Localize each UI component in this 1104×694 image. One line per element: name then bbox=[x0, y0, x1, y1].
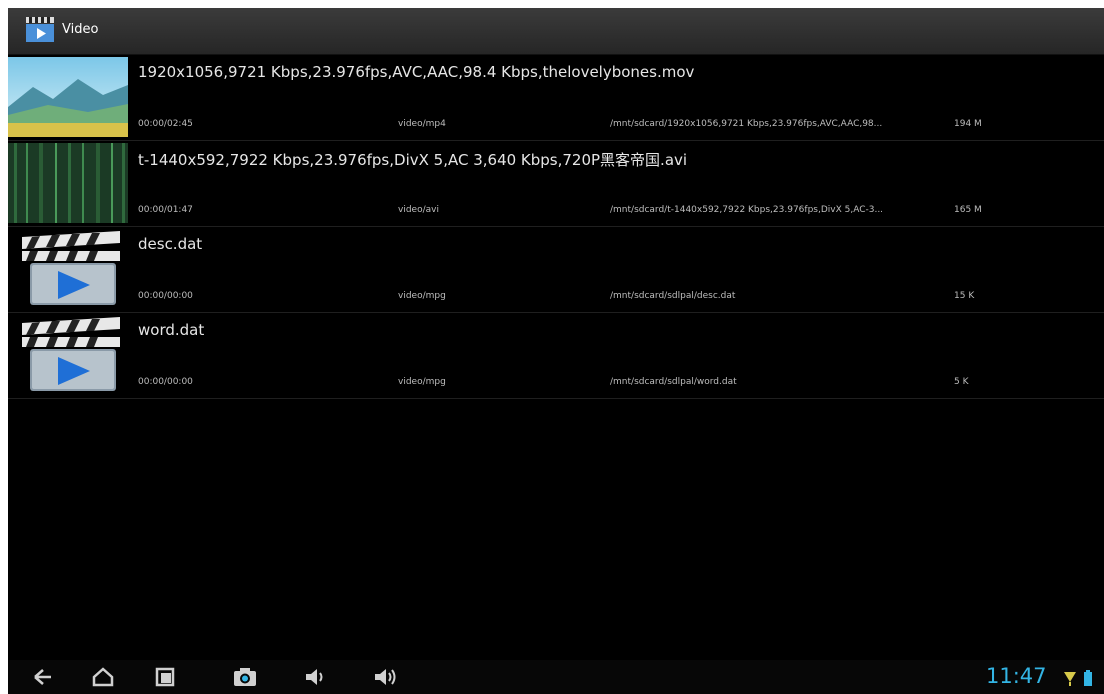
battery-icon bbox=[1084, 670, 1092, 686]
video-duration: 00:00/00:00 bbox=[138, 377, 193, 387]
camera-icon[interactable] bbox=[232, 666, 258, 688]
video-mime-type: video/avi bbox=[398, 205, 439, 215]
video-mime-type: video/mp4 bbox=[398, 119, 446, 129]
video-size: 194 M bbox=[954, 119, 982, 129]
video-list-item[interactable]: 1920x1056,9721 Kbps,23.976fps,AVC,AAC,98… bbox=[8, 55, 1104, 141]
video-size: 165 M bbox=[954, 205, 982, 215]
video-list: 1920x1056,9721 Kbps,23.976fps,AVC,AAC,98… bbox=[8, 55, 1104, 399]
video-clapper-icon[interactable] bbox=[24, 14, 56, 44]
video-size: 15 K bbox=[954, 291, 975, 301]
default-video-icon bbox=[8, 229, 128, 309]
action-bar: Video bbox=[8, 8, 1104, 55]
video-path: /mnt/sdcard/1920x1056,9721 Kbps,23.976fp… bbox=[610, 119, 883, 129]
video-duration: 00:00/00:00 bbox=[138, 291, 193, 301]
video-mime-type: video/mpg bbox=[398, 291, 446, 301]
back-icon[interactable] bbox=[30, 666, 56, 688]
video-path: /mnt/sdcard/sdlpal/word.dat bbox=[610, 377, 737, 387]
video-list-item[interactable]: desc.dat 00:00/00:00 video/mpg /mnt/sdca… bbox=[8, 227, 1104, 313]
system-nav-bar: 11:47 bbox=[8, 660, 1104, 694]
volume-down-icon[interactable] bbox=[302, 666, 328, 688]
screen: Video 1920x1056,9721 Kbps,23.976fps,AVC,… bbox=[8, 8, 1104, 694]
clock: 11:47 bbox=[986, 664, 1047, 688]
wifi-icon bbox=[1064, 672, 1076, 686]
video-duration: 00:00/02:45 bbox=[138, 119, 193, 129]
video-title: desc.dat bbox=[138, 235, 203, 253]
app-title: Video bbox=[62, 22, 99, 37]
video-duration: 00:00/01:47 bbox=[138, 205, 193, 215]
home-icon[interactable] bbox=[90, 666, 116, 688]
green-code-thumbnail bbox=[8, 143, 128, 223]
video-path: /mnt/sdcard/t-1440x592,7922 Kbps,23.976f… bbox=[610, 205, 884, 215]
recent-apps-icon[interactable] bbox=[152, 666, 178, 688]
default-video-icon bbox=[8, 315, 128, 395]
landscape-thumbnail bbox=[8, 57, 128, 137]
video-path: /mnt/sdcard/sdlpal/desc.dat bbox=[610, 291, 736, 301]
volume-up-icon[interactable] bbox=[372, 666, 398, 688]
video-title: word.dat bbox=[138, 321, 205, 339]
video-title: 1920x1056,9721 Kbps,23.976fps,AVC,AAC,98… bbox=[138, 63, 695, 81]
video-mime-type: video/mpg bbox=[398, 377, 446, 387]
video-size: 5 K bbox=[954, 377, 969, 387]
video-list-item[interactable]: t-1440x592,7922 Kbps,23.976fps,DivX 5,AC… bbox=[8, 141, 1104, 227]
status-icons bbox=[1064, 670, 1092, 686]
video-title: t-1440x592,7922 Kbps,23.976fps,DivX 5,AC… bbox=[138, 151, 688, 169]
video-list-item[interactable]: word.dat 00:00/00:00 video/mpg /mnt/sdca… bbox=[8, 313, 1104, 399]
